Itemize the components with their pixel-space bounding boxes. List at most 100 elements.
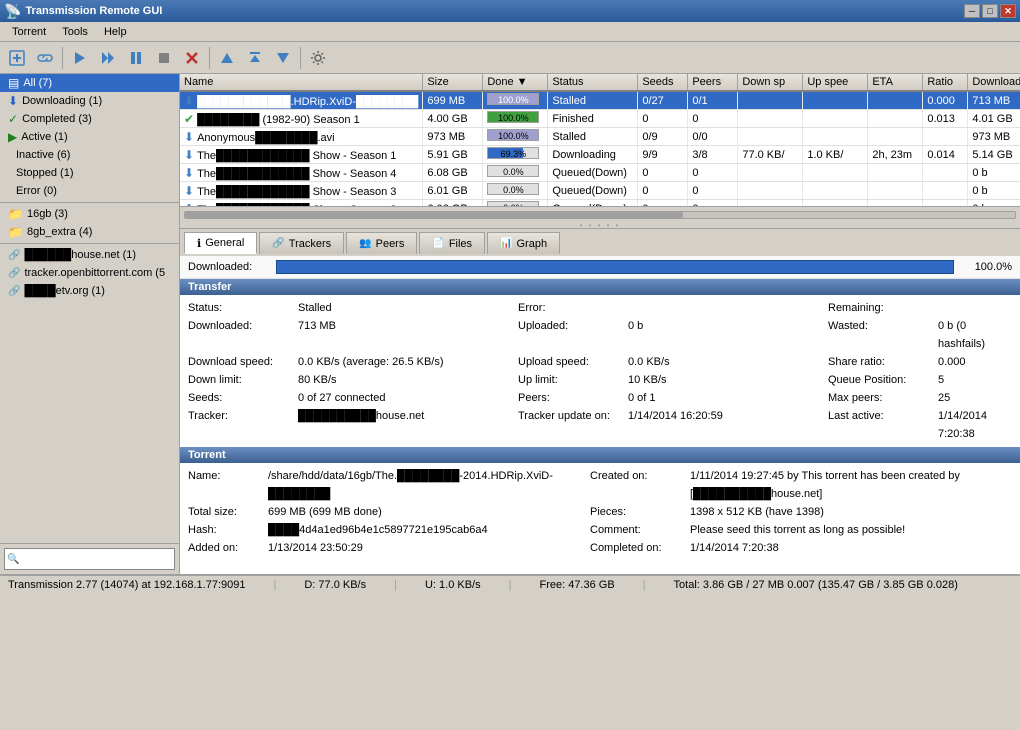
tab-peers[interactable]: 👥 Peers [346, 232, 417, 254]
cell-seeds: 0 [638, 182, 688, 200]
col-peers[interactable]: Peers [688, 74, 738, 91]
col-status[interactable]: Status [548, 74, 638, 91]
cell-ratio [923, 182, 968, 200]
connection-status: Transmission 2.77 (14074) at 192.168.1.7… [8, 579, 245, 591]
tab-general[interactable]: ℹ General [184, 232, 257, 254]
cell-size: 6.08 GB [423, 164, 483, 182]
cell-downloaded: 0 b [968, 182, 1020, 200]
app-title: Transmission Remote GUI [25, 5, 162, 17]
cell-ratio: 0.000 [923, 91, 968, 110]
cell-down-sp [738, 91, 803, 110]
menu-tools[interactable]: Tools [54, 24, 96, 40]
total-size-value: 699 MB (699 MB done) [268, 503, 590, 521]
move-up-button[interactable] [214, 45, 240, 71]
comment-label: Comment: [590, 521, 690, 539]
col-eta[interactable]: ETA [868, 74, 923, 91]
cell-eta [868, 128, 923, 146]
statusbar-sep3: | [509, 579, 512, 591]
col-downloaded[interactable]: Downloade [968, 74, 1020, 91]
col-down-sp[interactable]: Down sp [738, 74, 803, 91]
toolbar-separator-3 [300, 47, 301, 69]
remove-button[interactable] [179, 45, 205, 71]
sidebar-item-all[interactable]: ▤ All (7) [0, 74, 179, 92]
table-row[interactable]: ⬇████████████.HDRip.XviD-████████ 699 MB… [180, 91, 1020, 110]
hash-value: ████4d4a1ed96b4e1c5897721e195cab6a4 [268, 521, 590, 539]
col-size[interactable]: Size [423, 74, 483, 91]
settings-button[interactable] [305, 45, 331, 71]
col-up-spee[interactable]: Up spee [803, 74, 868, 91]
sidebar-item-tracker2[interactable]: 🔗 tracker.openbittorrent.com (5 [0, 264, 179, 282]
move-down-button[interactable] [270, 45, 296, 71]
pause-button[interactable] [123, 45, 149, 71]
col-done[interactable]: Done ▼ [483, 74, 548, 91]
cell-status: Stalled [548, 128, 638, 146]
tab-trackers-label: Trackers [289, 238, 331, 250]
tab-trackers[interactable]: 🔗 Trackers [259, 232, 344, 254]
sidebar-item-tracker3[interactable]: 🔗 ████etv.org (1) [0, 282, 179, 300]
seeds-label: Seeds: [188, 389, 298, 407]
hscroll-thumb[interactable] [185, 212, 683, 218]
status-value: Stalled [298, 299, 518, 317]
peers-icon: 👥 [359, 238, 371, 249]
dl-speed-label: Download speed: [188, 353, 298, 371]
table-row[interactable]: ✔████████ (1982-90) Season 1 4.00 GB 100… [180, 110, 1020, 128]
sidebar-item-error[interactable]: Error (0) [0, 182, 179, 200]
maximize-button[interactable]: □ [982, 4, 998, 18]
sidebar-item-stopped[interactable]: Stopped (1) [0, 164, 179, 182]
dl-label: Downloaded: [188, 317, 298, 353]
tracker-value: ██████████house.net [298, 407, 518, 443]
sidebar-item-completed[interactable]: ✓ Completed (3) [0, 110, 179, 128]
pieces-label: Pieces: [590, 503, 690, 521]
search-input[interactable] [21, 550, 172, 568]
max-peers-value: 25 [938, 389, 1012, 407]
torrent-info-grid: Name: /share/hdd/data/16gb/The.████████-… [180, 463, 1020, 561]
sidebar-item-16gb[interactable]: 📁 16gb (3) [0, 205, 179, 223]
tab-graph-label: Graph [517, 238, 548, 250]
table-row[interactable]: ⬇The████████████ Show - Season 1 5.91 GB… [180, 146, 1020, 164]
sidebar-item-inactive[interactable]: Inactive (6) [0, 146, 179, 164]
cell-done: 100.0% [483, 128, 548, 146]
menu-torrent[interactable]: Torrent [4, 24, 54, 40]
sidebar-item-tracker1[interactable]: 🔗 ██████house.net (1) [0, 246, 179, 264]
col-seeds[interactable]: Seeds [638, 74, 688, 91]
menu-help[interactable]: Help [96, 24, 135, 40]
add-torrent-button[interactable] [4, 45, 30, 71]
add-link-button[interactable] [32, 45, 58, 71]
stop-all-button[interactable] [151, 45, 177, 71]
col-ratio[interactable]: Ratio [923, 74, 968, 91]
sidebar-item-downloading[interactable]: ⬇ Downloading (1) [0, 92, 179, 110]
cell-down-sp: 77.0 KB/ [738, 146, 803, 164]
titlebar: 📡 Transmission Remote GUI ─ □ ✕ [0, 0, 1020, 22]
toolbar-separator-1 [62, 47, 63, 69]
table-row[interactable]: ⬇Anonymous████████.avi 973 MB 100.0% Sta… [180, 128, 1020, 146]
start-button[interactable] [67, 45, 93, 71]
peers-value: 0 of 1 [628, 389, 828, 407]
col-name[interactable]: Name [180, 74, 423, 91]
sidebar-item-8gb-extra[interactable]: 📁 8gb_extra (4) [0, 223, 179, 241]
start-all-button[interactable] [95, 45, 121, 71]
toolbar-separator-2 [209, 47, 210, 69]
tab-general-label: General [205, 237, 244, 249]
cell-status: Stalled [548, 91, 638, 110]
tab-files-label: Files [449, 238, 472, 250]
sidebar-item-active[interactable]: ▶ Active (1) [0, 128, 179, 146]
general-icon: ℹ [197, 237, 201, 250]
table-row[interactable]: ⬇The████████████ Show - Season 3 6.01 GB… [180, 182, 1020, 200]
cell-ratio [923, 128, 968, 146]
files-icon: 📄 [432, 238, 444, 249]
ul-speed-label: Upload speed: [518, 353, 628, 371]
cell-size: 5.91 GB [423, 146, 483, 164]
last-active-value: 1/14/2014 7:20:38 [938, 407, 1012, 443]
error-value [628, 299, 828, 317]
move-top-button[interactable] [242, 45, 268, 71]
minimize-button[interactable]: ─ [964, 4, 980, 18]
tab-graph[interactable]: 📊 Graph [487, 232, 560, 254]
tab-files[interactable]: 📄 Files [419, 232, 485, 254]
tab-bar: ℹ General 🔗 Trackers 👥 Peers 📄 Files 📊 G… [180, 228, 1020, 254]
toolbar [0, 42, 1020, 74]
graph-icon: 📊 [500, 238, 512, 249]
cell-up-spee: 1.0 KB/ [803, 146, 868, 164]
close-button[interactable]: ✕ [1000, 4, 1016, 18]
torrent-table-wrapper[interactable]: Name Size Done ▼ Status Seeds Peers Down… [180, 74, 1020, 206]
table-row[interactable]: ⬇The████████████ Show - Season 4 6.08 GB… [180, 164, 1020, 182]
